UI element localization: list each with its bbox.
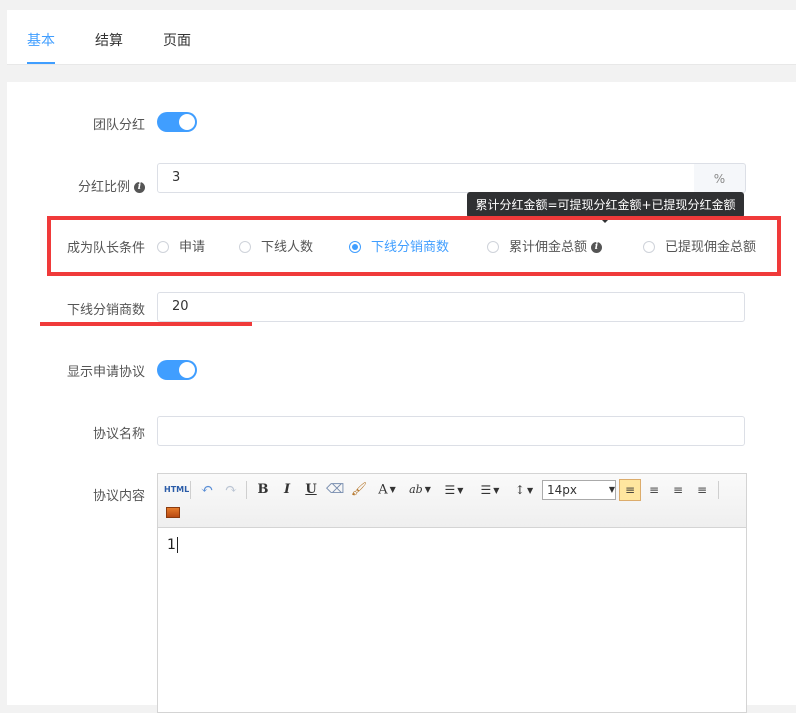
text-cursor [176,537,178,553]
radio-circle [157,240,169,253]
editor-text: 1 [167,537,176,553]
tab-settlement[interactable]: 结算 [95,30,123,50]
team-dividend-switch[interactable] [157,112,197,132]
align-right-icon[interactable]: ≡ [669,481,687,499]
font-size-select[interactable]: 14px [542,480,616,500]
annotation-underline [40,322,252,326]
tab-basic[interactable]: 基本 [27,30,55,50]
undo-icon[interactable]: ↶ [198,480,216,498]
radio-apply[interactable]: 申请 [157,236,205,255]
commission-tooltip: 累计分红金额=可提现分红金额+已提现分红金额 [467,192,744,223]
dividend-ratio-label-text: 分红比例 [77,180,130,195]
format-painter-icon[interactable]: 🖌 [350,481,368,499]
html-source-button[interactable]: HTML [164,481,189,499]
dividend-ratio-label: 分红比例 i [78,176,145,195]
radio-circle [487,240,499,253]
align-justify-icon[interactable]: ≡ [693,481,711,499]
radio-total-commission[interactable]: 累计佣金总额 i [487,236,603,255]
downline-distributors-input[interactable]: 20 [157,292,745,322]
show-agreement-label: 显示申请协议 [66,365,145,380]
radio-downline-count[interactable]: 下线人数 [239,236,313,255]
toolbar-separator [718,481,719,499]
radio-label: 已提现佣金总额 [665,240,757,255]
info-icon[interactable]: i [591,242,603,253]
insert-image-icon[interactable] [166,507,180,518]
active-tab-indicator [27,62,55,64]
percent-suffix: % [694,163,746,193]
font-color-icon[interactable]: A ▼ [374,481,400,499]
radio-circle [643,240,655,253]
downline-distributors-label: 下线分销商数 [66,303,145,318]
dividend-ratio-input[interactable]: 3 [157,163,695,193]
radio-withdrawn-commission[interactable]: 已提现佣金总额 [643,236,756,255]
team-dividend-label: 团队分红 [92,118,145,133]
underline-icon[interactable]: U [302,481,320,499]
unordered-list-icon[interactable]: ☰ ▼ [476,481,504,499]
leader-condition-label: 成为队长条件 [66,241,145,256]
rich-text-editor: HTML ↶ ↷ B I U ⌫ 🖌 A ▼ ab ▼ ☰ ▼ ☰ ▼ ↕ ▼ 14px … [157,473,747,713]
radio-downline-distributors[interactable]: 下线分销商数 [349,236,449,255]
redo-icon[interactable]: ↷ [222,480,240,498]
toolbar-separator [246,481,247,499]
show-agreement-switch[interactable] [157,360,197,380]
ordered-list-icon[interactable]: ☰ ▼ [440,481,468,499]
agreement-content-label: 协议内容 [92,489,145,504]
editor-toolbar: HTML ↶ ↷ B I U ⌫ 🖌 A ▼ ab ▼ ☰ ▼ ☰ ▼ ↕ ▼ 14px … [158,474,746,528]
italic-icon[interactable]: I [278,481,296,499]
radio-label: 累计佣金总额 [509,240,588,255]
editor-content[interactable]: 1 [167,537,178,553]
align-left-icon[interactable]: ≡ [621,481,639,499]
highlight-icon[interactable]: ab ▼ [406,481,434,499]
agreement-name-input[interactable] [157,416,745,446]
align-center-icon[interactable]: ≡ [645,481,663,499]
agreement-name-label: 协议名称 [92,427,145,442]
tab-page[interactable]: 页面 [163,30,191,50]
radio-label: 下线人数 [261,240,314,255]
eraser-icon[interactable]: ⌫ [326,481,344,499]
chevron-down-icon[interactable]: ▼ [608,480,616,500]
toolbar-separator [190,481,191,499]
form-panel: 团队分红 分红比例 i 3 % 成为队长条件 申请 下线人数 下线分销商数 累计佣… [7,82,796,713]
bold-icon[interactable]: B [254,481,272,499]
info-icon[interactable]: i [134,182,145,193]
line-height-icon[interactable]: ↕ ▼ [510,481,538,499]
tab-bar: 基本 结算 页面 [7,10,796,65]
radio-label: 申请 [179,240,206,255]
radio-circle-checked [349,240,361,253]
radio-label: 下线分销商数 [371,240,450,255]
radio-circle [239,240,251,253]
